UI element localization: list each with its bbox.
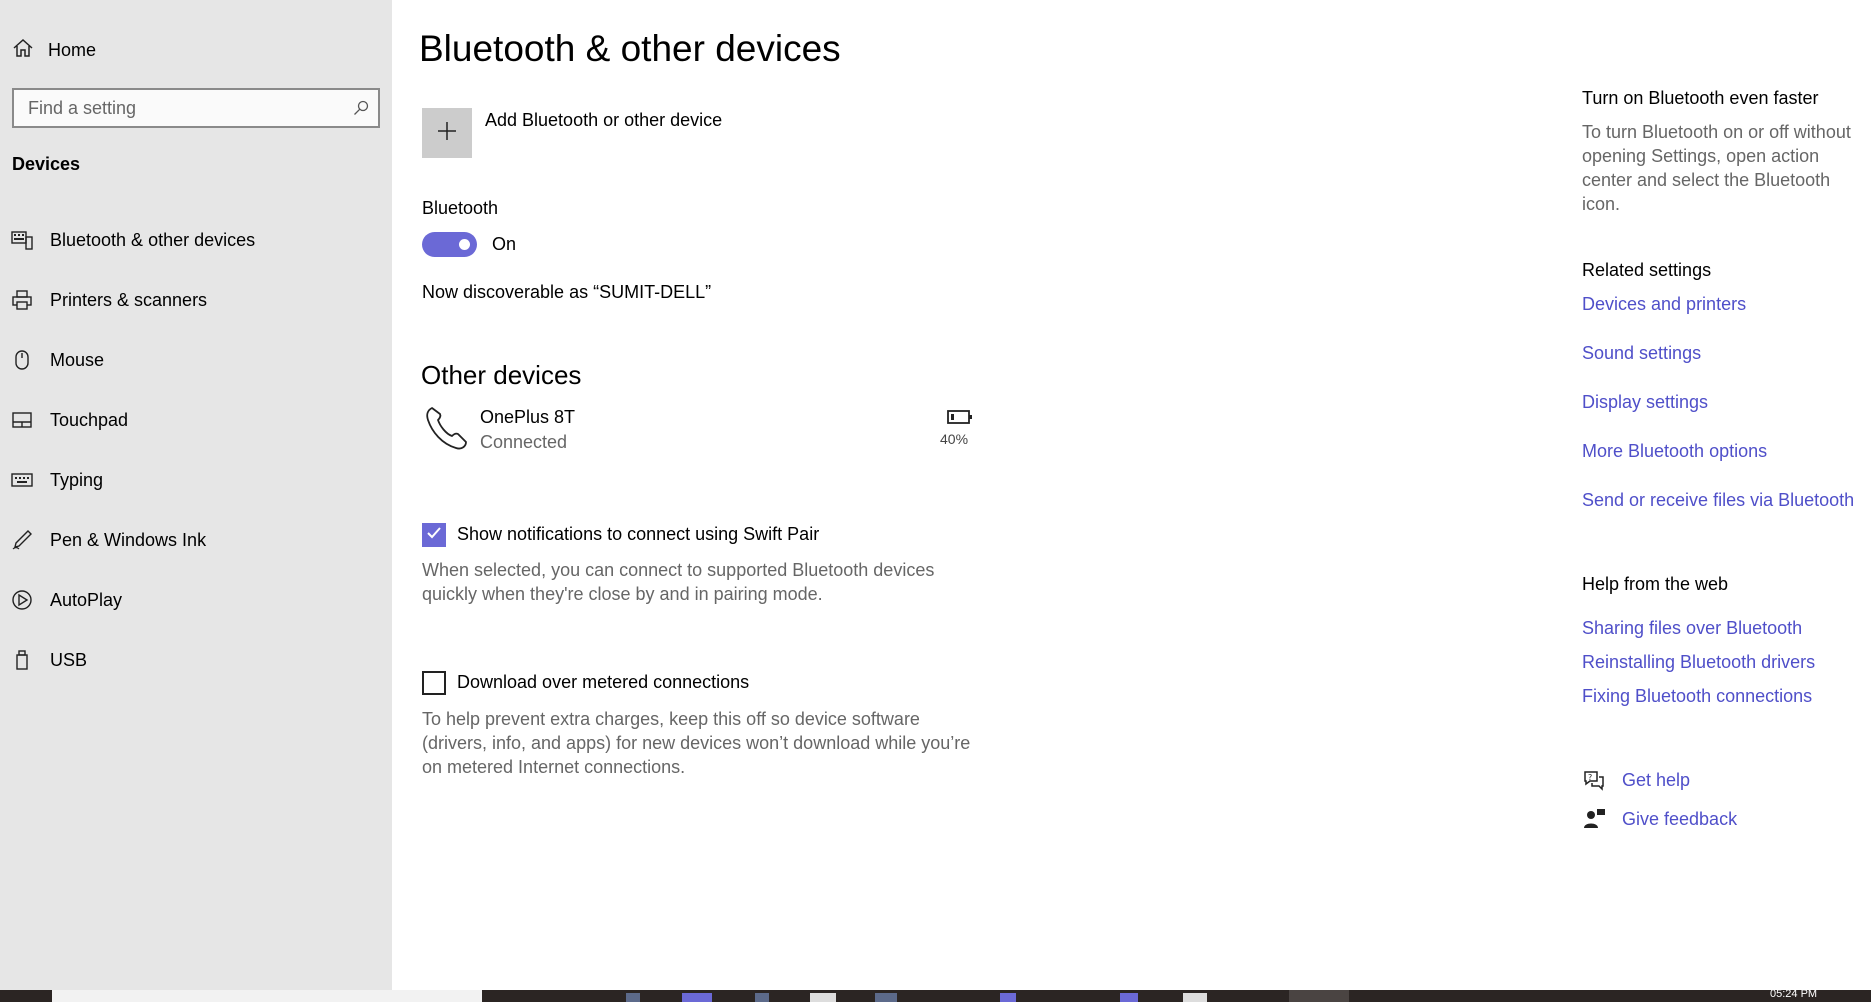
device-name: OnePlus 8T xyxy=(480,407,576,427)
taskbar-app-icon[interactable] xyxy=(682,993,712,1002)
home-icon xyxy=(12,37,34,64)
link-send-receive-files[interactable]: Send or receive files via Bluetooth xyxy=(1582,490,1854,511)
swift-pair-description: When selected, you can connect to suppor… xyxy=(422,560,935,604)
plus-icon xyxy=(436,120,458,147)
sidebar-item-label: Bluetooth & other devices xyxy=(50,229,256,250)
keyboard-icon xyxy=(10,468,34,492)
add-device-label[interactable]: Add Bluetooth or other device xyxy=(485,110,722,131)
taskbar-app-icon[interactable] xyxy=(875,993,897,1002)
get-help-label: Get help xyxy=(1622,769,1691,790)
help-heading: Help from the web xyxy=(1582,574,1729,594)
sidebar-item-label: Touchpad xyxy=(50,409,129,430)
pen-icon xyxy=(10,528,34,552)
sidebar-item-autoplay[interactable]: AutoPlay xyxy=(10,582,122,618)
mouse-icon xyxy=(10,348,34,372)
sidebar-item-usb[interactable]: USB xyxy=(10,642,87,678)
related-heading: Related settings xyxy=(1582,260,1712,280)
section-title: Devices xyxy=(12,154,81,174)
taskbar-app-icon[interactable] xyxy=(755,993,769,1002)
svg-text:?: ? xyxy=(1588,773,1592,782)
feedback-icon xyxy=(1582,807,1606,831)
phone-icon xyxy=(424,404,468,452)
link-reinstalling-drivers[interactable]: Reinstalling Bluetooth drivers xyxy=(1582,652,1815,673)
chat-help-icon: ? xyxy=(1582,768,1606,792)
page-title: Bluetooth & other devices xyxy=(419,28,841,69)
sidebar-item-touchpad[interactable]: Touchpad xyxy=(10,402,128,438)
link-display-settings[interactable]: Display settings xyxy=(1582,392,1708,413)
search-icon[interactable] xyxy=(344,100,378,116)
bluetooth-state: On xyxy=(492,234,517,254)
taskbar-app-icon[interactable] xyxy=(1120,993,1138,1002)
link-fixing-connections[interactable]: Fixing Bluetooth connections xyxy=(1582,686,1812,707)
faster-text: To turn Bluetooth on or off without open… xyxy=(1582,122,1851,214)
bluetooth-toggle[interactable] xyxy=(422,232,477,257)
link-devices-and-printers[interactable]: Devices and printers xyxy=(1582,294,1746,315)
sidebar-item-label: USB xyxy=(50,649,88,670)
swift-pair-checkbox[interactable] xyxy=(422,523,446,547)
search-input[interactable] xyxy=(14,89,344,127)
battery-percent: 40% xyxy=(940,431,969,447)
give-feedback-label: Give feedback xyxy=(1622,808,1738,829)
home-link[interactable]: Home xyxy=(12,34,96,66)
touchpad-icon xyxy=(10,408,34,432)
sidebar-item-label: Typing xyxy=(50,469,104,490)
metered-description: To help prevent extra charges, keep this… xyxy=(422,709,971,777)
give-feedback-link[interactable]: Give feedback xyxy=(1582,805,1737,833)
taskbar-app-icon[interactable] xyxy=(1000,993,1016,1002)
link-more-bluetooth-options[interactable]: More Bluetooth options xyxy=(1582,441,1767,462)
toggle-knob xyxy=(459,239,470,250)
metered-checkbox[interactable] xyxy=(422,671,446,695)
sidebar: Home Devices Bluetooth & other devices P… xyxy=(0,0,392,990)
device-status: Connected xyxy=(480,432,568,452)
taskbar-app-icon[interactable] xyxy=(626,993,640,1002)
faster-heading: Turn on Bluetooth even faster xyxy=(1582,88,1819,108)
autoplay-icon xyxy=(10,588,34,612)
taskbar-clock[interactable]: 05:24 PM xyxy=(1770,988,1817,1000)
link-sound-settings[interactable]: Sound settings xyxy=(1582,343,1701,364)
taskbar: 05:24 PM xyxy=(0,988,1871,1002)
check-icon xyxy=(425,524,443,547)
sidebar-item-label: Printers & scanners xyxy=(50,289,208,310)
sidebar-item-label: Pen & Windows Ink xyxy=(50,529,207,550)
taskbar-app-icon[interactable] xyxy=(1183,993,1207,1002)
sidebar-item-typing[interactable]: Typing xyxy=(10,462,103,498)
taskbar-app-icon[interactable] xyxy=(810,993,836,1002)
bluetooth-label: Bluetooth xyxy=(422,198,499,218)
bluetooth-devices-icon xyxy=(10,228,34,252)
get-help-link[interactable]: ? Get help xyxy=(1582,766,1690,794)
link-sharing-files[interactable]: Sharing files over Bluetooth xyxy=(1582,618,1802,639)
sidebar-item-label: AutoPlay xyxy=(50,589,123,610)
sidebar-item-label: Mouse xyxy=(50,349,105,370)
search-box[interactable] xyxy=(12,88,380,128)
sidebar-item-mouse[interactable]: Mouse xyxy=(10,342,104,378)
add-device-button[interactable] xyxy=(422,108,472,158)
usb-icon xyxy=(10,648,34,672)
discoverable-text: Now discoverable as “SUMIT-DELL” xyxy=(422,282,712,302)
battery-icon xyxy=(946,408,974,426)
home-label: Home xyxy=(48,39,97,60)
swift-pair-label[interactable]: Show notifications to connect using Swif… xyxy=(457,524,819,545)
sidebar-item-printers[interactable]: Printers & scanners xyxy=(10,282,207,318)
other-devices-title: Other devices xyxy=(421,360,582,390)
sidebar-item-bluetooth[interactable]: Bluetooth & other devices xyxy=(10,222,255,258)
taskbar-search[interactable] xyxy=(52,990,482,1002)
printer-icon xyxy=(10,288,34,312)
sidebar-item-pen[interactable]: Pen & Windows Ink xyxy=(10,522,206,558)
taskbar-active-app[interactable] xyxy=(1289,990,1349,1002)
metered-label[interactable]: Download over metered connections xyxy=(457,672,749,693)
